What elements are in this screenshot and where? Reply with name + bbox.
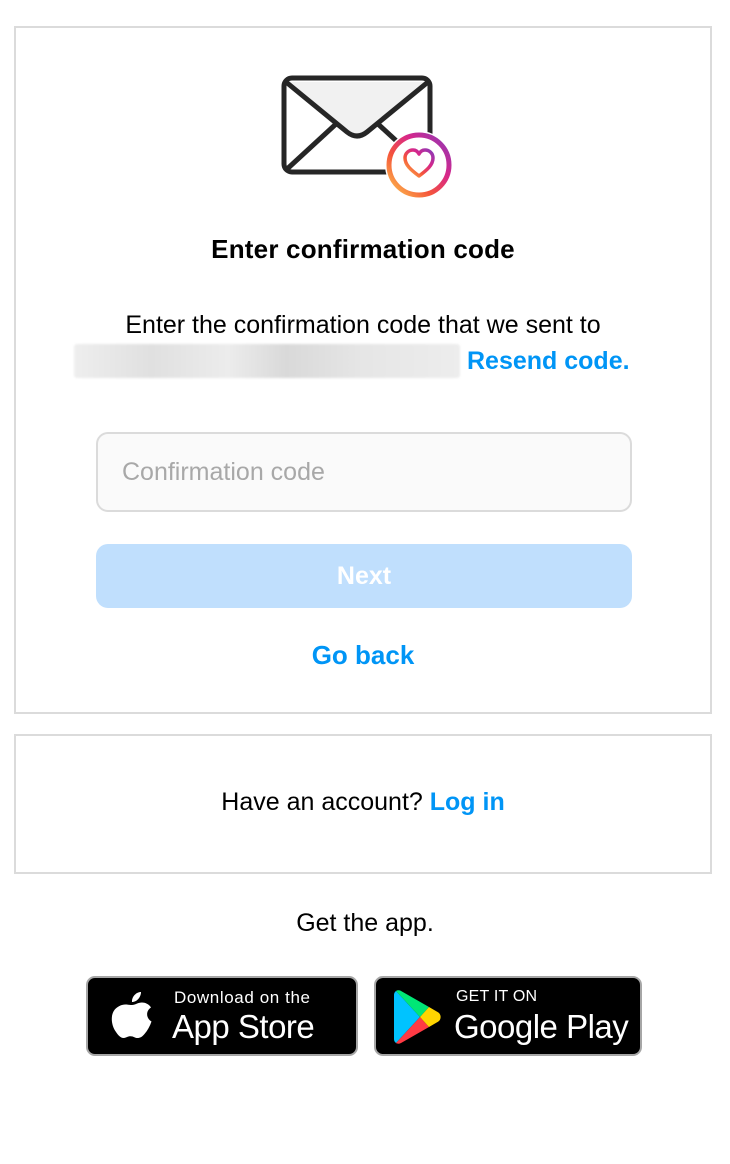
login-prompt: Have an account?: [221, 788, 423, 816]
app-store-badge[interactable]: Download on the App Store: [86, 976, 358, 1056]
resend-code-link[interactable]: Resend code.: [467, 347, 630, 376]
google-play-logo-icon: [394, 990, 441, 1044]
apple-logo-icon: [111, 992, 152, 1038]
email-row: Resend code.: [74, 343, 630, 379]
confirmation-description: Enter the confirmation code that we sent…: [125, 311, 601, 339]
google-play-big-text: Google Play: [454, 1008, 629, 1045]
log-in-link[interactable]: Log in: [430, 788, 505, 816]
confirmation-card: Enter confirmation code Enter the confir…: [14, 26, 712, 714]
login-prompt-row: Have an account? Log in: [16, 788, 710, 817]
next-button[interactable]: Next: [96, 544, 632, 608]
page-title: Enter confirmation code: [211, 234, 515, 264]
google-play-badge[interactable]: GET IT ON Google Play: [374, 976, 642, 1056]
envelope-heart-icon: [278, 72, 458, 202]
get-app-label: Get the app.: [296, 909, 434, 937]
redacted-email: [74, 344, 460, 378]
go-back-link[interactable]: Go back: [16, 640, 710, 671]
app-store-small-text: Download on the: [174, 988, 311, 1007]
login-card: Have an account? Log in: [14, 734, 712, 874]
app-store-big-text: App Store: [172, 1008, 315, 1045]
confirmation-code-input[interactable]: [96, 432, 632, 512]
google-play-small-text: GET IT ON: [456, 988, 538, 1005]
